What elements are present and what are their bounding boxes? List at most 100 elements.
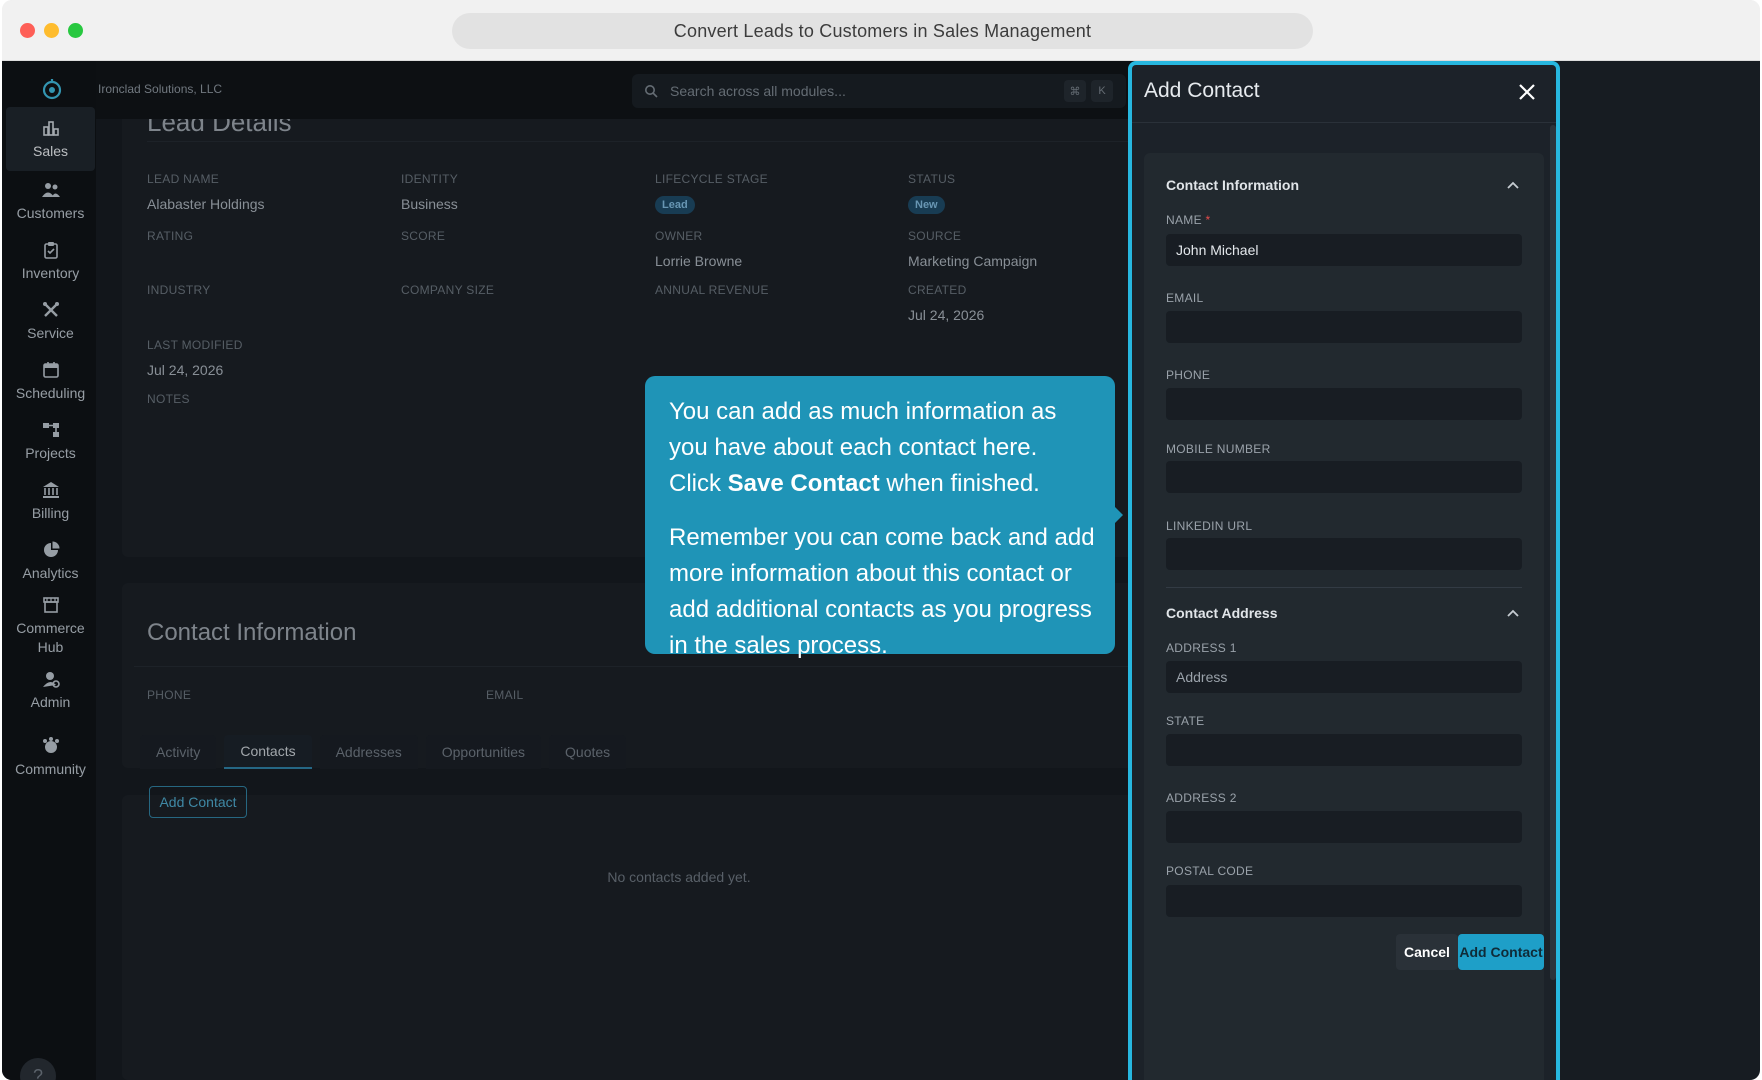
sidebar-item-label: Service: [27, 324, 74, 341]
tab-addresses[interactable]: Addresses: [319, 735, 418, 769]
sidebar-item-inventory[interactable]: Inventory: [6, 229, 95, 293]
sidebar-item-billing[interactable]: Billing: [6, 469, 95, 533]
tab-activity[interactable]: Activity: [140, 735, 217, 769]
mobile-number-label: MOBILE NUMBER: [1166, 442, 1271, 456]
shortcut-cmd-key: ⌘: [1064, 80, 1086, 102]
company-size-label: COMPANY SIZE: [401, 283, 495, 297]
chevron-up-icon[interactable]: [1506, 179, 1520, 193]
sidebar-item-label: Customers: [16, 204, 85, 221]
browser-window: Convert Leads to Customers in Sales Mana…: [2, 0, 1760, 1080]
status-label: STATUS: [908, 172, 956, 186]
community-icon: [42, 736, 59, 753]
sidebar-item-label: Scheduling: [15, 384, 86, 401]
phone-label: PHONE: [1166, 368, 1211, 382]
last-modified-value: Jul 24, 2026: [147, 362, 224, 378]
related-tabs: Activity Contacts Addresses Opportunitie…: [140, 735, 627, 769]
section-divider: [147, 141, 1247, 142]
postal-code-label: POSTAL CODE: [1166, 864, 1254, 878]
minimize-window-button[interactable]: [44, 23, 59, 38]
related-records-card: [122, 795, 1262, 1080]
tools-icon: [42, 301, 59, 317]
state-input[interactable]: [1166, 734, 1522, 766]
sidebar-item-label: Community: [15, 760, 86, 777]
top-header: Ironclad Solutions, LLC Search across al…: [96, 61, 1262, 119]
tutorial-callout: You can add as much information as you h…: [645, 376, 1115, 659]
address-1-input[interactable]: Address: [1166, 661, 1522, 693]
close-window-button[interactable]: [20, 23, 35, 38]
add-contact-panel: Add Contact Contact Information NAME * J…: [1128, 61, 1560, 1080]
sidebar-item-analytics[interactable]: Analytics: [6, 529, 95, 593]
sidebar-item-customers[interactable]: Customers: [6, 169, 95, 233]
tab-opportunities[interactable]: Opportunities: [425, 735, 542, 769]
phone-label: PHONE: [147, 688, 192, 702]
email-label: EMAIL: [486, 688, 524, 702]
lifecycle-badge: Lead: [655, 196, 695, 214]
search-placeholder: Search across all modules...: [670, 83, 846, 99]
global-search-input[interactable]: Search across all modules... ⌘ K: [632, 74, 1126, 108]
empty-contacts-text: No contacts added yet.: [607, 869, 751, 885]
help-button[interactable]: ?: [20, 1058, 56, 1080]
contact-info-title: Contact Information: [147, 619, 357, 646]
sidebar-item-community[interactable]: Community: [6, 701, 95, 785]
window-title: Convert Leads to Customers in Sales Mana…: [452, 13, 1313, 49]
chevron-up-icon[interactable]: [1506, 607, 1520, 621]
linkedin-url-label: LINKEDIN URL: [1166, 519, 1253, 533]
callout-arrow: [1115, 507, 1123, 523]
lifecycle-label: LIFECYCLE STAGE: [655, 172, 768, 186]
owner-label: OWNER: [655, 229, 703, 243]
maximize-window-button[interactable]: [68, 23, 83, 38]
section-divider: [1166, 587, 1522, 588]
sidebar-item-service[interactable]: Service: [6, 289, 95, 353]
sidebar-item-label: Inventory: [21, 264, 80, 281]
sidebar-item-label: Projects: [25, 444, 76, 461]
close-icon[interactable]: [1516, 81, 1538, 103]
panel-title: Add Contact: [1144, 79, 1260, 102]
tab-quotes[interactable]: Quotes: [549, 735, 627, 769]
panel-scrollbar[interactable]: [1550, 125, 1556, 980]
user-gear-icon: [42, 671, 60, 688]
lead-name-value: Alabaster Holdings: [147, 196, 265, 212]
source-value: Marketing Campaign: [908, 253, 1038, 269]
app-logo-icon[interactable]: [40, 77, 64, 101]
section-divider: [134, 666, 1244, 667]
address-2-input[interactable]: [1166, 811, 1522, 843]
contact-address-section-title: Contact Address: [1166, 605, 1278, 621]
phone-input[interactable]: [1166, 388, 1522, 420]
created-value: Jul 24, 2026: [908, 307, 985, 323]
company-name: Ironclad Solutions, LLC: [98, 82, 223, 96]
hierarchy-icon: [42, 422, 59, 437]
cancel-button[interactable]: Cancel: [1396, 934, 1458, 970]
add-contact-button[interactable]: Add Contact: [149, 786, 247, 818]
store-icon: [42, 597, 59, 613]
linkedin-url-input[interactable]: [1166, 538, 1522, 570]
rating-label: RATING: [147, 229, 194, 243]
address-1-label: ADDRESS 1: [1166, 641, 1237, 655]
contact-info-section-title: Contact Information: [1166, 177, 1299, 193]
email-input[interactable]: [1166, 311, 1522, 343]
score-label: SCORE: [401, 229, 446, 243]
search-icon: [645, 85, 658, 98]
sidebar: Sales Customers Inventory Service Schedu…: [2, 61, 96, 1080]
calendar-icon: [42, 361, 59, 378]
email-label: EMAIL: [1166, 291, 1204, 305]
status-badge: New: [908, 196, 945, 214]
pie-chart-icon: [43, 541, 59, 557]
sidebar-item-projects[interactable]: Projects: [6, 409, 95, 473]
sidebar-item-label: Billing: [31, 504, 70, 521]
sidebar-item-label: Sales: [32, 142, 69, 159]
industry-label: INDUSTRY: [147, 283, 211, 297]
callout-paragraph-2: Remember you can come back and add more …: [669, 524, 1095, 659]
name-input[interactable]: John Michael: [1166, 234, 1522, 266]
add-contact-submit-button[interactable]: Add Contact: [1458, 934, 1544, 970]
mobile-number-input[interactable]: [1166, 461, 1522, 493]
panel-header: Add Contact: [1132, 65, 1556, 123]
window-titlebar: Convert Leads to Customers in Sales Mana…: [2, 0, 1760, 61]
bar-chart-icon: [42, 120, 59, 136]
sidebar-item-scheduling[interactable]: Scheduling: [6, 349, 95, 413]
users-icon: [41, 182, 60, 197]
tab-contacts[interactable]: Contacts: [224, 735, 312, 769]
sidebar-item-sales[interactable]: Sales: [6, 107, 95, 171]
last-modified-label: LAST MODIFIED: [147, 338, 243, 352]
bank-icon: [42, 481, 59, 498]
postal-code-input[interactable]: [1166, 885, 1522, 917]
